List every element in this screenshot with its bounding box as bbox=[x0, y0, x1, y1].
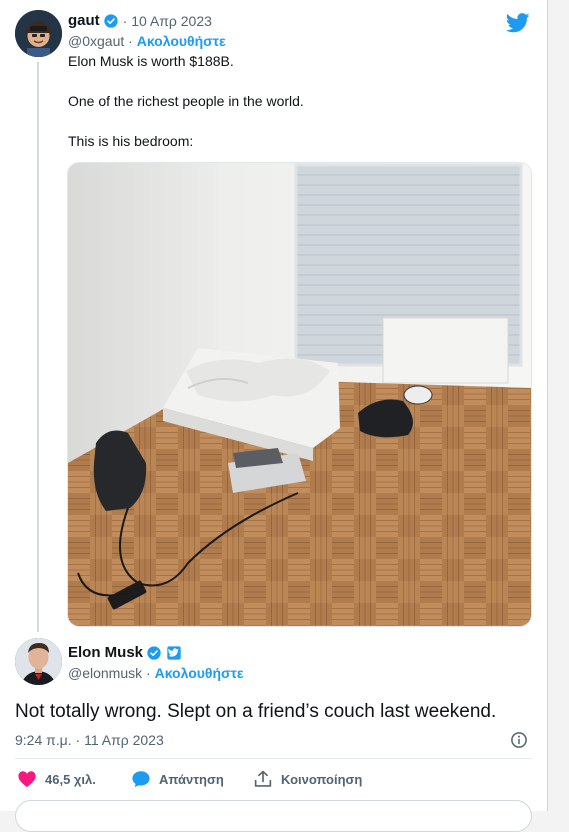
tweet-date[interactable]: · 10 Απρ 2023 bbox=[123, 13, 212, 29]
like-button[interactable]: 46,5 χιλ. bbox=[17, 770, 96, 788]
elon-musk-avatar[interactable] bbox=[15, 638, 62, 685]
author-handle[interactable]: @0xgaut bbox=[68, 33, 124, 49]
author-name[interactable]: gaut bbox=[68, 12, 100, 29]
tweet1-handle-row: @0xgaut · Ακολουθήστε bbox=[68, 33, 226, 49]
twitter-bird-icon[interactable] bbox=[506, 13, 530, 33]
author-name[interactable]: Elon Musk bbox=[68, 644, 143, 661]
tweet2-text: Not totally wrong. Slept on a friend’s c… bbox=[15, 701, 497, 722]
share-icon bbox=[254, 770, 272, 787]
author-handle[interactable]: @elonmusk bbox=[68, 665, 142, 681]
follow-link[interactable]: Ακολουθήστε bbox=[155, 665, 244, 681]
affiliate-badge-icon bbox=[167, 645, 181, 660]
heart-icon bbox=[18, 771, 36, 788]
tweet-timestamp[interactable]: 9:24 π.μ. · 11 Απρ 2023 bbox=[15, 732, 164, 748]
tweet1-text-line-2: One of the richest people in the world. bbox=[68, 93, 304, 109]
reply-label: Απάντηση bbox=[159, 771, 224, 787]
read-replies-button[interactable] bbox=[15, 800, 532, 832]
reply-button[interactable]: Απάντηση bbox=[131, 770, 224, 788]
separator-dot: · bbox=[146, 665, 151, 681]
bedroom-photo-illustration bbox=[68, 163, 531, 626]
tweet1-header: gaut · 10 Απρ 2023 bbox=[68, 12, 212, 29]
like-count: 46,5 χιλ. bbox=[45, 771, 96, 787]
tweet-embed-card: gaut · 10 Απρ 2023 @0xgaut · Ακολουθήστε… bbox=[0, 0, 548, 832]
thread-connector-line bbox=[37, 62, 39, 632]
follow-link[interactable]: Ακολουθήστε bbox=[137, 33, 226, 49]
tweet2-header: Elon Musk bbox=[68, 644, 182, 661]
reply-bubble-icon bbox=[132, 771, 150, 788]
verified-badge-icon bbox=[104, 13, 118, 28]
info-icon[interactable] bbox=[510, 731, 528, 749]
bedroom-photo[interactable] bbox=[67, 162, 532, 627]
tweet1-text-line-3: This is his bedroom: bbox=[68, 133, 194, 149]
share-label: Κοινοποίηση bbox=[281, 771, 363, 787]
tweet1-text-line-1: Elon Musk is worth $188B. bbox=[68, 53, 234, 69]
action-divider bbox=[15, 758, 532, 759]
separator-dot: · bbox=[128, 33, 133, 49]
verified-badge-icon bbox=[147, 645, 161, 660]
share-button[interactable]: Κοινοποίηση bbox=[253, 770, 362, 788]
gaut-avatar[interactable] bbox=[15, 10, 62, 57]
tweet2-handle-row: @elonmusk · Ακολουθήστε bbox=[68, 665, 244, 681]
